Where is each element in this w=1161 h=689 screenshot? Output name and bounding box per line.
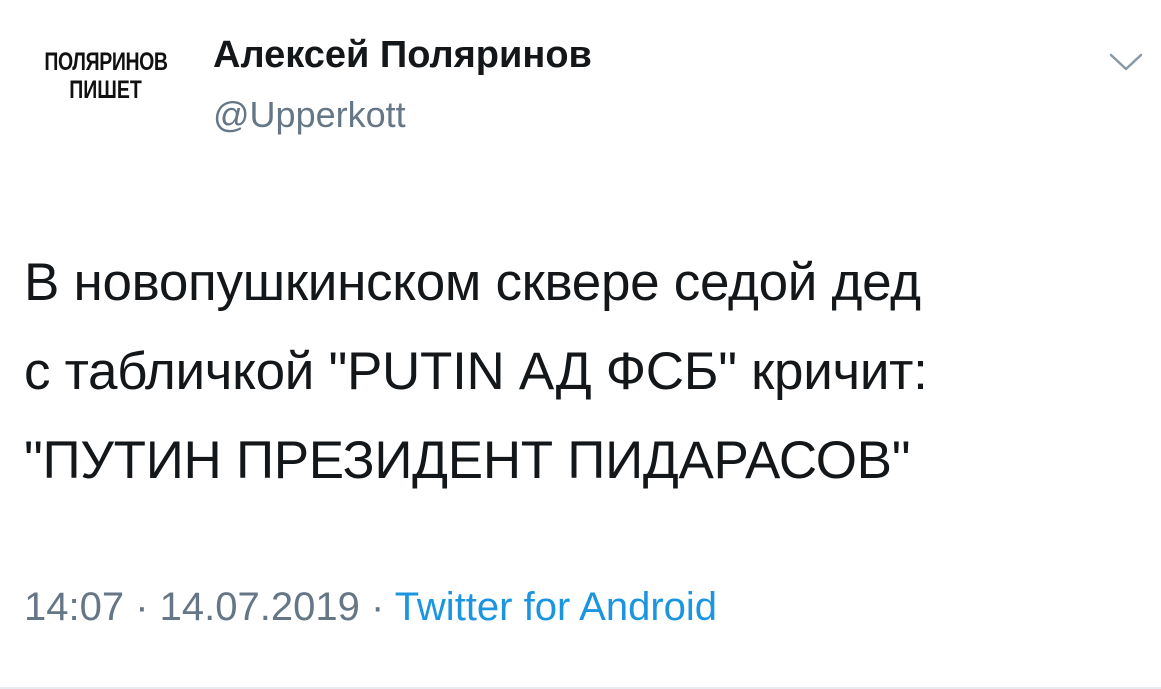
tweet-date[interactable]: 14.07.2019 <box>160 585 360 629</box>
tweet-source-link[interactable]: Twitter for Android <box>395 585 717 629</box>
tweet-card: ПОЛЯРИНОВ ПИШЕТ Алексей Поляринов @Upper… <box>0 0 1161 689</box>
avatar[interactable]: ПОЛЯРИНОВ ПИШЕТ <box>26 48 186 128</box>
tweet-text-line: В новопушкинском сквере седой дед <box>24 253 921 312</box>
tweet-text-line: с табличкой "PUTIN АД ФСБ" кричит: <box>24 342 928 401</box>
author-name[interactable]: Алексей Поляринов <box>213 34 592 77</box>
author-handle[interactable]: @Upperkott <box>213 94 406 136</box>
tweet-text: В новопушкинском сквере седой дед с табл… <box>24 238 1144 505</box>
tweet-time[interactable]: 14:07 <box>24 585 124 629</box>
tweet-text-line: "ПУТИН ПРЕЗИДЕНТ ПИДАРАСОВ" <box>24 431 911 490</box>
meta-separator: · <box>359 585 395 629</box>
avatar-logo-line1: ПОЛЯРИНОВ <box>44 48 168 76</box>
meta-separator: · <box>124 585 160 629</box>
chevron-down-icon[interactable] <box>1108 50 1144 74</box>
avatar-logo-line2: ПИШЕТ <box>69 76 143 104</box>
tweet-meta: 14:07 · 14.07.2019 · Twitter for Android <box>24 585 717 630</box>
